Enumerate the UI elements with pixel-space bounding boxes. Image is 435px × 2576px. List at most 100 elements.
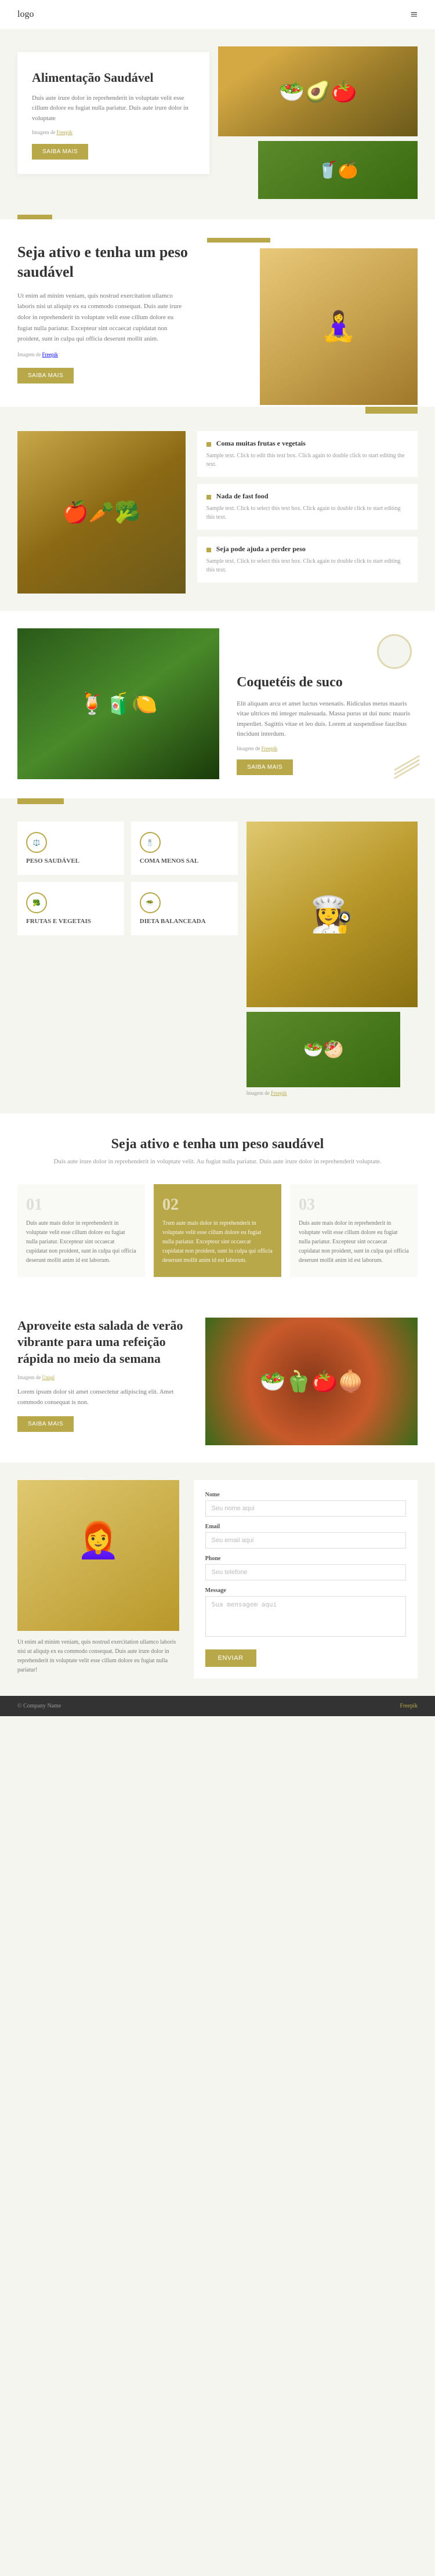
hero-card: Alimentação Saudável Duis aute irure dol… (17, 52, 209, 174)
tip-title-3: Seja pode ajuda a perder peso (206, 545, 408, 553)
tip-card-3: Seja pode ajuda a perder peso Sample tex… (197, 537, 418, 583)
form-label-message: Message (205, 1587, 406, 1594)
salad-image (205, 1318, 418, 1445)
numbered-card-3: 03 Duis aute mais dolor in reprehenderit… (290, 1184, 418, 1277)
tip-title-1: Coma muitas frutas e vegetais (206, 439, 408, 448)
active-person-image (260, 248, 418, 405)
cocktail-body: Elit aliquam arcu et amet luctus venenat… (237, 699, 412, 740)
hero-images (209, 46, 418, 199)
active-cta-button[interactable]: SAIBA MAIS (17, 368, 74, 383)
feature-card-4: 🥗 DIETA BALANCEADA (131, 882, 238, 935)
hero-food-image-1 (218, 46, 418, 136)
numbered-label-1: 01 (26, 1196, 136, 1214)
form-field-name: Nome (205, 1492, 406, 1517)
numbered-body-2: Trem aute mais dolor in reprehenderit in… (162, 1219, 273, 1265)
tips-section: Coma muitas frutas e vegetais Sample tex… (0, 414, 435, 611)
tip-body-2: Sample text. Click to select this text b… (206, 504, 408, 522)
section-divider-1 (17, 215, 52, 219)
accent-block-2 (365, 407, 418, 414)
tip-body-1: Sample text. Click to edit this text box… (206, 451, 408, 469)
feature-label-3: FRUTAS E VEGETAIS (26, 918, 91, 925)
features-grid: ⚖️ PESO SAUDÁVEL 🧂 COMA MENOS SAL 🥦 FRUT… (17, 822, 238, 935)
features-img-credit: Imagem de Freepik (246, 1090, 418, 1096)
hero-title: Alimentação Saudável (32, 70, 195, 86)
numbered-label-3: 03 (299, 1196, 409, 1214)
hamburger-icon[interactable]: ≡ (411, 7, 418, 22)
hero-food-image-2 (258, 141, 418, 199)
cocktail-text: Coquetéis de suco Elit aliquam arcu et a… (231, 628, 418, 781)
salad-cta-button[interactable]: SAIBA MAIS (17, 1416, 74, 1432)
feature-label-1: PESO SAUDÁVEL (26, 858, 79, 864)
features-food-image (246, 1012, 401, 1087)
contact-section: Ut enim ad minim veniam, quis nostrud ex… (0, 1463, 435, 1696)
form-input-phone[interactable] (205, 1564, 406, 1580)
tips-image (17, 431, 186, 594)
form-label-email: Email (205, 1524, 406, 1530)
form-send-button[interactable]: ENVIAR (205, 1649, 256, 1667)
hero-section: Alimentação Saudável Duis aute irure dol… (0, 29, 435, 215)
footer-copyright: © Company Name (17, 1703, 61, 1709)
feature-card-1: ⚖️ PESO SAUDÁVEL (17, 822, 124, 875)
features-person-area: Imagem de Freepik (238, 822, 418, 1096)
form-input-email[interactable] (205, 1532, 406, 1549)
form-field-phone: Phone (205, 1555, 406, 1580)
salad-text: Aproveite esta salada de verão vibrante … (17, 1318, 191, 1432)
tip-title-2: Nada de fast food (206, 492, 408, 501)
hero-cta-button[interactable]: SAIBA MAIS (32, 144, 88, 160)
tip-card-1: Coma muitas frutas e vegetais Sample tex… (197, 431, 418, 477)
numbered-body-1: Duis aute mais dolor in reprehenderit in… (26, 1219, 136, 1265)
navbar: logo ≡ (0, 0, 435, 29)
footer-link[interactable]: Freepik (400, 1703, 418, 1709)
accent-bar (207, 238, 270, 243)
feature-icon-3: 🥦 (26, 892, 47, 913)
cocktail-cta-button[interactable]: SAIBA MAIS (237, 759, 293, 775)
salad-section: Aproveite esta salada de verão vibrante … (0, 1300, 435, 1463)
numbered-card-1: 01 Duis aute mais dolor in reprehenderit… (17, 1184, 145, 1277)
salad-image-container (205, 1318, 418, 1445)
active-section: Seja ativo e tenha um peso saudável Ut e… (0, 219, 435, 407)
feature-icon-4: 🥗 (140, 892, 161, 913)
active-img-credit: Imagem de Freepik (17, 350, 190, 359)
feature-label-4: DIETA BALANCEADA (140, 918, 206, 925)
nav-logo: logo (17, 9, 34, 20)
feature-label-2: COMA MENOS SAL (140, 858, 198, 864)
feature-card-2: 🧂 COMA MENOS SAL (131, 822, 238, 875)
accent-bar-3 (17, 798, 64, 804)
contact-person-area: Ut enim ad minim veniam, quis nostrud ex… (17, 1480, 179, 1675)
numbered-section: Seja ativo e tenha um peso saudável Duis… (0, 1113, 435, 1300)
tip-card-2: Nada de fast food Sample text. Click to … (197, 484, 418, 530)
numbered-subtitle: Duis aute irure dolor in reprehenderit i… (17, 1157, 418, 1167)
tip-body-3: Sample text. Click to select this text b… (206, 557, 408, 574)
cocktail-section: Coquetéis de suco Elit aliquam arcu et a… (0, 611, 435, 798)
contact-person-image (17, 1480, 179, 1631)
numbered-cards-container: 01 Duis aute mais dolor in reprehenderit… (17, 1184, 418, 1277)
features-grid-container: ⚖️ PESO SAUDÁVEL 🧂 COMA MENOS SAL 🥦 FRUT… (17, 822, 238, 1096)
footer: © Company Name Freepik (0, 1696, 435, 1716)
active-section-text: Seja ativo e tenha um peso saudável Ut e… (17, 243, 190, 383)
cocktail-image (17, 628, 219, 779)
hero-body: Duis aute irure dolor in reprehenderit i… (32, 93, 195, 124)
numbered-body-3: Duis aute mais dolor in reprehenderit in… (299, 1219, 409, 1265)
cocktail-title: Coquetéis de suco (237, 674, 412, 692)
active-body: Ut enim ad minim veniam, quis nostrud ex… (17, 291, 190, 345)
contact-body: Ut enim ad minim veniam, quis nostrud ex… (17, 1638, 179, 1675)
cocktail-img-credit: Imagem de Freepik (237, 744, 412, 752)
form-input-message[interactable] (205, 1596, 406, 1637)
tip-dot-2 (206, 495, 211, 500)
salad-title: Aproveite esta salada de verão vibrante … (17, 1318, 191, 1367)
form-input-name[interactable] (205, 1500, 406, 1517)
active-title: Seja ativo e tenha um peso saudável (17, 243, 190, 282)
tip-dot-1 (206, 442, 211, 447)
numbered-title: Seja ativo e tenha um peso saudável (17, 1137, 418, 1152)
stripe-decoration (394, 769, 423, 793)
contact-form: Nome Email Phone Message ENVIAR (194, 1480, 418, 1678)
circle-decoration (377, 634, 412, 669)
features-person-image (246, 822, 418, 1007)
hero-img-credit: Imagem de Freepik (32, 128, 195, 136)
numbered-label-2: 02 (162, 1196, 273, 1214)
salad-img-credit: Imagem de Unspl (17, 1373, 191, 1381)
salad-body: Lorem ipsum dolor sit amet consectetur a… (17, 1387, 191, 1408)
form-label-name: Nome (205, 1492, 406, 1498)
feature-icon-1: ⚖️ (26, 832, 47, 853)
tip-dot-3 (206, 548, 211, 552)
